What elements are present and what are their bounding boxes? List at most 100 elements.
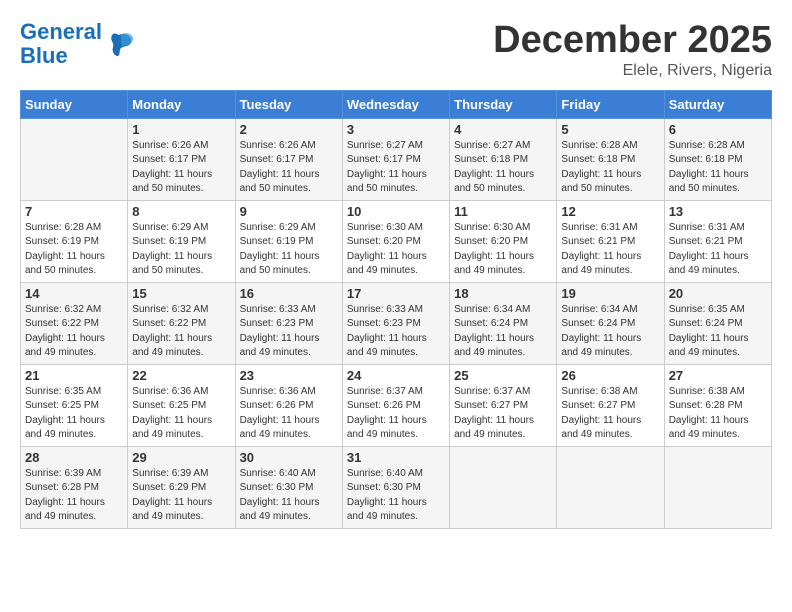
- header-row: SundayMondayTuesdayWednesdayThursdayFrid…: [21, 90, 772, 118]
- day-info: Sunrise: 6:39 AMSunset: 6:29 PMDaylight:…: [132, 467, 230, 525]
- day-info: Sunrise: 6:32 AMSunset: 6:22 PMDaylight:…: [25, 303, 123, 361]
- day-info: Sunrise: 6:33 AMSunset: 6:23 PMDaylight:…: [240, 303, 338, 361]
- calendar-cell: [21, 118, 128, 200]
- day-info: Sunrise: 6:38 AMSunset: 6:28 PMDaylight:…: [669, 385, 767, 443]
- day-header-saturday: Saturday: [664, 90, 771, 118]
- day-info: Sunrise: 6:28 AMSunset: 6:19 PMDaylight:…: [25, 221, 123, 279]
- day-number: 16: [240, 286, 338, 301]
- calendar-cell: 27 Sunrise: 6:38 AMSunset: 6:28 PMDayligh…: [664, 364, 771, 446]
- day-info: Sunrise: 6:28 AMSunset: 6:18 PMDaylight:…: [669, 139, 767, 197]
- calendar-cell: 14 Sunrise: 6:32 AMSunset: 6:22 PMDayligh…: [21, 282, 128, 364]
- calendar-cell: 12Sunrise: 6:31 AMSunset: 6:21 PMDayligh…: [557, 200, 664, 282]
- day-info: Sunrise: 6:35 AMSunset: 6:25 PMDaylight:…: [25, 385, 123, 443]
- day-number: 17: [347, 286, 445, 301]
- day-number: 25: [454, 368, 552, 383]
- day-number: 27: [669, 368, 767, 383]
- week-row-3: 14 Sunrise: 6:32 AMSunset: 6:22 PMDayligh…: [21, 282, 772, 364]
- day-number: 31: [347, 450, 445, 465]
- title-block: December 2025 Elele, Rivers, Nigeria: [493, 20, 772, 80]
- day-number: 23: [240, 368, 338, 383]
- day-number: 1: [132, 122, 230, 137]
- day-header-thursday: Thursday: [450, 90, 557, 118]
- calendar-cell: [664, 446, 771, 528]
- day-info: Sunrise: 6:37 AMSunset: 6:26 PMDaylight:…: [347, 385, 445, 443]
- calendar-cell: 19 Sunrise: 6:34 AMSunset: 6:24 PMDayligh…: [557, 282, 664, 364]
- day-number: 19: [561, 286, 659, 301]
- calendar-cell: [450, 446, 557, 528]
- calendar-cell: 26Sunrise: 6:38 AMSunset: 6:27 PMDayligh…: [557, 364, 664, 446]
- logo: GeneralBlue: [20, 20, 134, 68]
- calendar-cell: 20 Sunrise: 6:35 AMSunset: 6:24 PMDayligh…: [664, 282, 771, 364]
- day-number: 15: [132, 286, 230, 301]
- day-number: 24: [347, 368, 445, 383]
- week-row-5: 28 Sunrise: 6:39 AMSunset: 6:28 PMDayligh…: [21, 446, 772, 528]
- day-number: 21: [25, 368, 123, 383]
- day-header-friday: Friday: [557, 90, 664, 118]
- calendar-table: SundayMondayTuesdayWednesdayThursdayFrid…: [20, 90, 772, 529]
- day-number: 13: [669, 204, 767, 219]
- day-info: Sunrise: 6:35 AMSunset: 6:24 PMDaylight:…: [669, 303, 767, 361]
- calendar-cell: 30 Sunrise: 6:40 AMSunset: 6:30 PMDayligh…: [235, 446, 342, 528]
- day-info: Sunrise: 6:39 AMSunset: 6:28 PMDaylight:…: [25, 467, 123, 525]
- calendar-cell: 17 Sunrise: 6:33 AMSunset: 6:23 PMDayligh…: [342, 282, 449, 364]
- day-number: 7: [25, 204, 123, 219]
- day-number: 3: [347, 122, 445, 137]
- calendar-cell: 7 Sunrise: 6:28 AMSunset: 6:19 PMDaylight…: [21, 200, 128, 282]
- day-info: Sunrise: 6:26 AMSunset: 6:17 PMDaylight:…: [240, 139, 338, 197]
- day-number: 10: [347, 204, 445, 219]
- calendar-cell: 1 Sunrise: 6:26 AMSunset: 6:17 PMDaylight…: [128, 118, 235, 200]
- calendar-cell: 11Sunrise: 6:30 AMSunset: 6:20 PMDayligh…: [450, 200, 557, 282]
- calendar-cell: 28 Sunrise: 6:39 AMSunset: 6:28 PMDayligh…: [21, 446, 128, 528]
- day-info: Sunrise: 6:31 AMSunset: 6:21 PMDaylight:…: [561, 221, 659, 279]
- day-number: 9: [240, 204, 338, 219]
- day-info: Sunrise: 6:38 AMSunset: 6:27 PMDaylight:…: [561, 385, 659, 443]
- calendar-cell: 15 Sunrise: 6:32 AMSunset: 6:22 PMDayligh…: [128, 282, 235, 364]
- day-number: 30: [240, 450, 338, 465]
- day-header-sunday: Sunday: [21, 90, 128, 118]
- day-number: 28: [25, 450, 123, 465]
- day-number: 8: [132, 204, 230, 219]
- calendar-cell: 9 Sunrise: 6:29 AMSunset: 6:19 PMDaylight…: [235, 200, 342, 282]
- calendar-cell: 29 Sunrise: 6:39 AMSunset: 6:29 PMDayligh…: [128, 446, 235, 528]
- week-row-1: 1 Sunrise: 6:26 AMSunset: 6:17 PMDaylight…: [21, 118, 772, 200]
- day-number: 5: [561, 122, 659, 137]
- calendar-cell: 8 Sunrise: 6:29 AMSunset: 6:19 PMDaylight…: [128, 200, 235, 282]
- calendar-cell: 21 Sunrise: 6:35 AMSunset: 6:25 PMDayligh…: [21, 364, 128, 446]
- day-info: Sunrise: 6:34 AMSunset: 6:24 PMDaylight:…: [454, 303, 552, 361]
- day-info: Sunrise: 6:26 AMSunset: 6:17 PMDaylight:…: [132, 139, 230, 197]
- calendar-cell: [557, 446, 664, 528]
- day-info: Sunrise: 6:32 AMSunset: 6:22 PMDaylight:…: [132, 303, 230, 361]
- day-info: Sunrise: 6:34 AMSunset: 6:24 PMDaylight:…: [561, 303, 659, 361]
- calendar-cell: 18 Sunrise: 6:34 AMSunset: 6:24 PMDayligh…: [450, 282, 557, 364]
- calendar-cell: 5Sunrise: 6:28 AMSunset: 6:18 PMDaylight…: [557, 118, 664, 200]
- day-number: 11: [454, 204, 552, 219]
- day-number: 20: [669, 286, 767, 301]
- calendar-cell: 13Sunrise: 6:31 AMSunset: 6:21 PMDayligh…: [664, 200, 771, 282]
- day-info: Sunrise: 6:29 AMSunset: 6:19 PMDaylight:…: [132, 221, 230, 279]
- day-info: Sunrise: 6:29 AMSunset: 6:19 PMDaylight:…: [240, 221, 338, 279]
- calendar-cell: 3Sunrise: 6:27 AMSunset: 6:17 PMDaylight…: [342, 118, 449, 200]
- day-info: Sunrise: 6:37 AMSunset: 6:27 PMDaylight:…: [454, 385, 552, 443]
- day-number: 2: [240, 122, 338, 137]
- day-number: 14: [25, 286, 123, 301]
- day-info: Sunrise: 6:30 AMSunset: 6:20 PMDaylight:…: [347, 221, 445, 279]
- calendar-cell: 23 Sunrise: 6:36 AMSunset: 6:26 PMDayligh…: [235, 364, 342, 446]
- calendar-cell: 22Sunrise: 6:36 AMSunset: 6:25 PMDayligh…: [128, 364, 235, 446]
- day-number: 29: [132, 450, 230, 465]
- day-info: Sunrise: 6:36 AMSunset: 6:26 PMDaylight:…: [240, 385, 338, 443]
- calendar-cell: 31 Sunrise: 6:40 AMSunset: 6:30 PMDayligh…: [342, 446, 449, 528]
- calendar-cell: 25 Sunrise: 6:37 AMSunset: 6:27 PMDayligh…: [450, 364, 557, 446]
- day-info: Sunrise: 6:40 AMSunset: 6:30 PMDaylight:…: [240, 467, 338, 525]
- day-info: Sunrise: 6:36 AMSunset: 6:25 PMDaylight:…: [132, 385, 230, 443]
- calendar-cell: 10 Sunrise: 6:30 AMSunset: 6:20 PMDayligh…: [342, 200, 449, 282]
- logo-icon: [104, 29, 134, 59]
- day-info: Sunrise: 6:40 AMSunset: 6:30 PMDaylight:…: [347, 467, 445, 525]
- calendar-cell: 4 Sunrise: 6:27 AMSunset: 6:18 PMDaylight…: [450, 118, 557, 200]
- day-info: Sunrise: 6:27 AMSunset: 6:18 PMDaylight:…: [454, 139, 552, 197]
- page-header: GeneralBlue December 2025 Elele, Rivers,…: [20, 20, 772, 80]
- day-header-monday: Monday: [128, 90, 235, 118]
- day-number: 4: [454, 122, 552, 137]
- day-info: Sunrise: 6:33 AMSunset: 6:23 PMDaylight:…: [347, 303, 445, 361]
- day-number: 18: [454, 286, 552, 301]
- calendar-cell: 16 Sunrise: 6:33 AMSunset: 6:23 PMDayligh…: [235, 282, 342, 364]
